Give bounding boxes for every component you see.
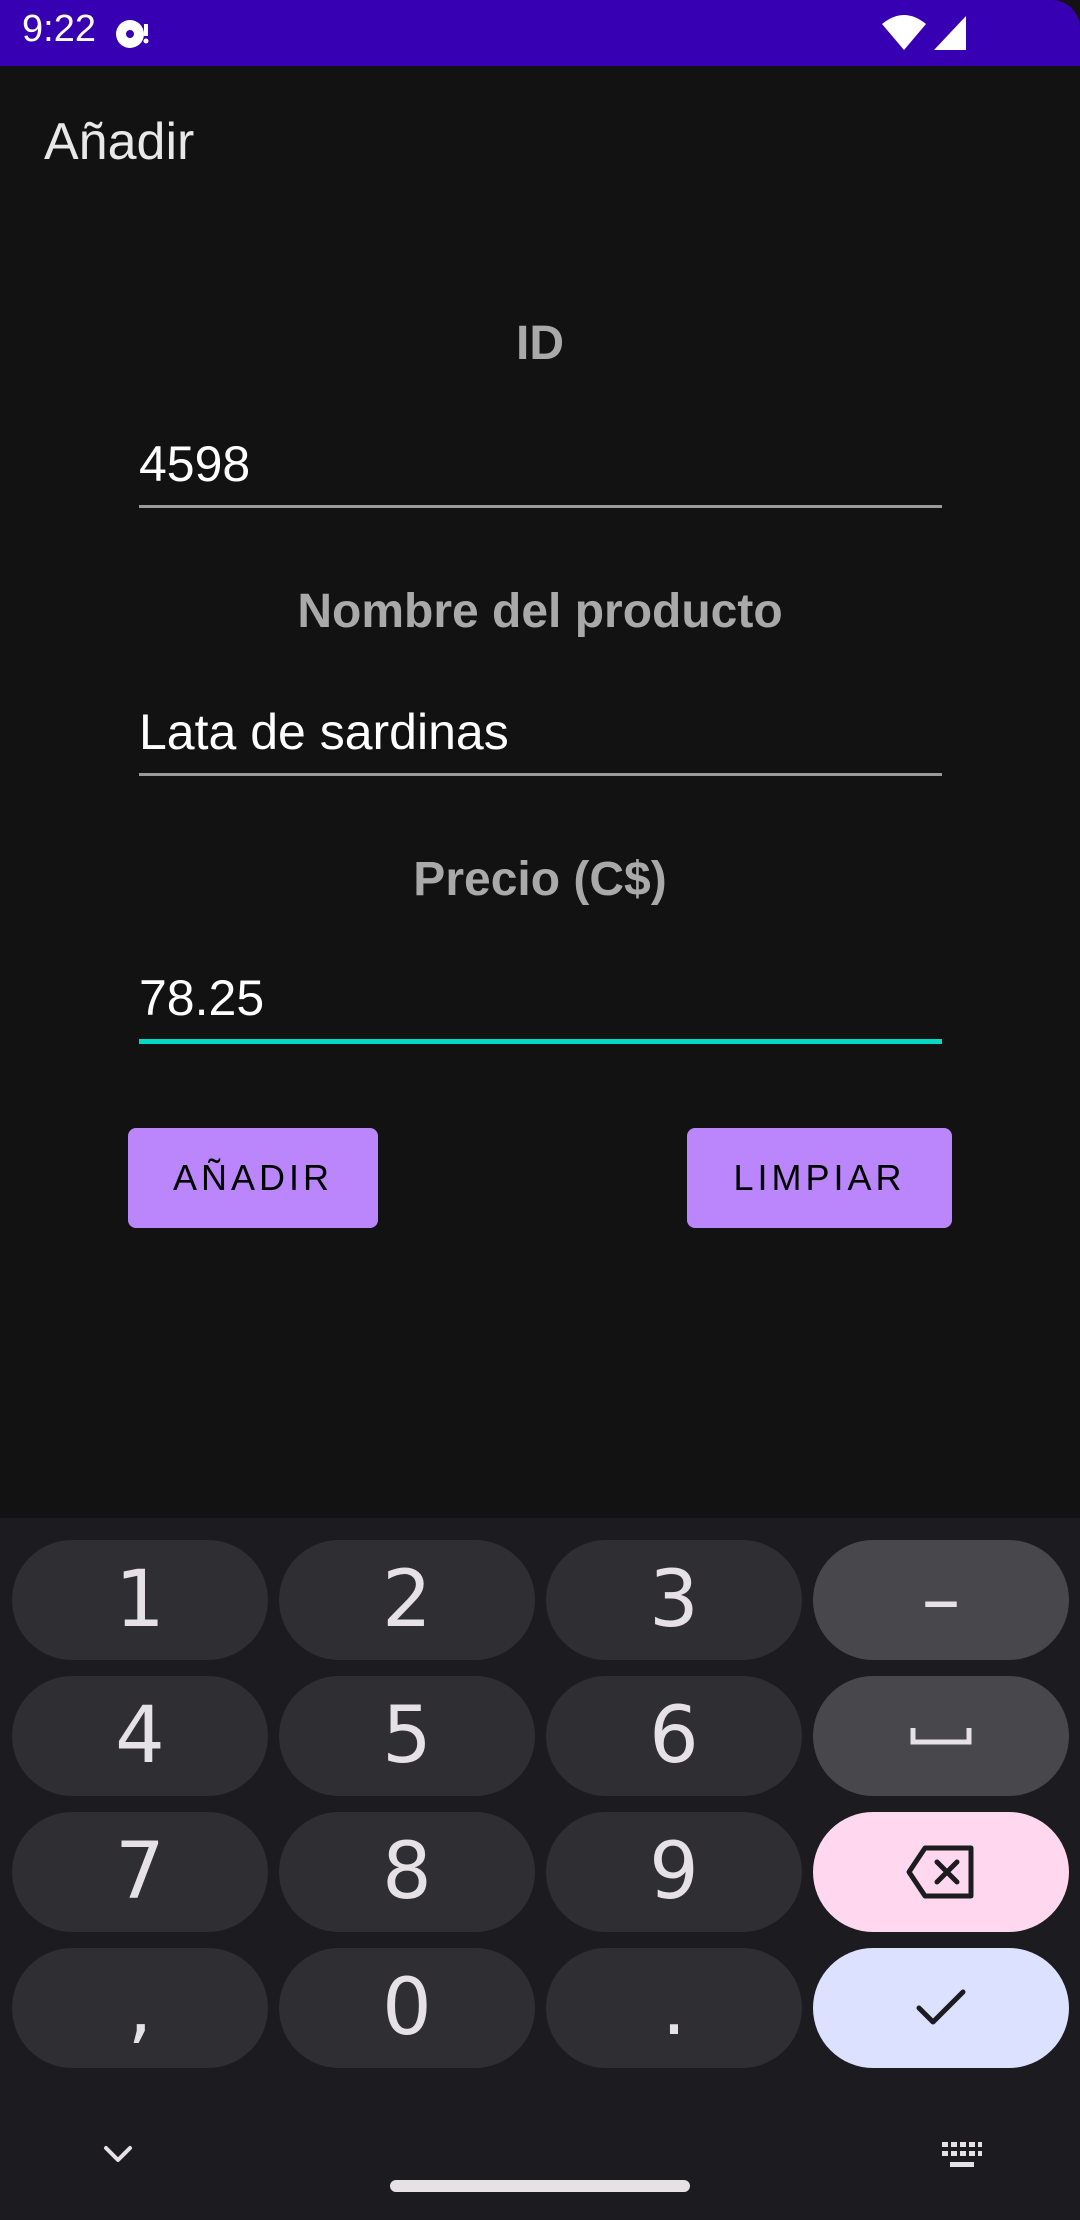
price-label: Precio (C$) [413,853,667,906]
key-dot[interactable]: . [546,1948,802,2068]
chevron-down-icon[interactable] [100,2136,136,2172]
status-time: 9:22 [22,8,96,50]
price-value: 78.25 [139,970,265,1026]
checkmark-icon [916,1989,966,2025]
home-indicator[interactable] [390,2180,690,2192]
key-2[interactable]: 2 [279,1540,535,1660]
key-0[interactable]: 0 [279,1948,535,2068]
space-bar-icon [910,1728,972,1745]
key-4[interactable]: 4 [12,1676,268,1796]
key-6[interactable]: 6 [546,1676,802,1796]
key-enter[interactable] [813,1948,1069,2068]
product-name-label: Nombre del producto [297,585,783,638]
key-space[interactable] [813,1676,1069,1796]
key-8[interactable]: 8 [279,1812,535,1932]
page-title: Añadir [44,113,195,171]
key-7[interactable]: 7 [12,1812,268,1932]
key-1[interactable]: 1 [12,1540,268,1660]
wifi-icon [882,15,926,50]
media-playing-icon [116,20,149,48]
clear-button[interactable]: LIMPIAR [687,1128,952,1228]
id-label: ID [516,317,564,370]
key-3[interactable]: 3 [546,1540,802,1660]
key-dash[interactable]: – [813,1540,1069,1660]
numeric-keyboard: 1 2 3 – 4 5 6 7 8 9 , 0 . [0,1518,1080,2220]
add-button[interactable]: AÑADIR [128,1128,378,1228]
price-field[interactable]: 78.25 [139,944,942,1044]
keyboard-icon[interactable] [940,2140,984,2172]
status-bar: 9:22 [0,0,1080,66]
cellular-signal-icon [934,16,966,50]
key-comma[interactable]: , [12,1948,268,2068]
product-name-field[interactable]: Lata de sardinas [139,676,942,776]
product-name-value: Lata de sardinas [139,704,509,760]
backspace-icon [906,1845,974,1899]
key-backspace[interactable] [813,1812,1069,1932]
id-value: 4598 [139,436,251,492]
id-field[interactable]: 4598 [139,408,942,508]
key-9[interactable]: 9 [546,1812,802,1932]
key-5[interactable]: 5 [279,1676,535,1796]
